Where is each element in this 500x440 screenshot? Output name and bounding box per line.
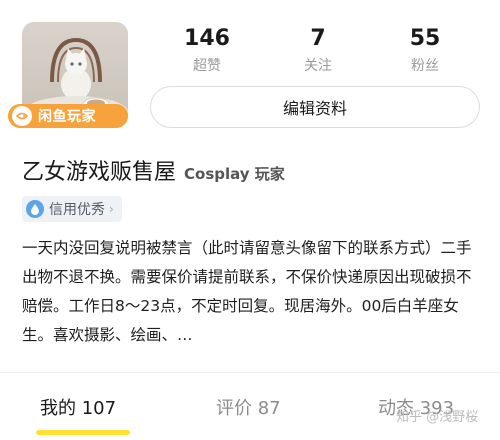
credit-badge[interactable]: 信用优秀 › [22, 196, 122, 222]
profile-bio: 一天内没回复说明被禁言（此时请留意头像留下的联系方式）二手出物不退不换。需要保价… [22, 239, 472, 344]
profile-page: 闲鱼玩家 146 超赞 7 关注 55 粉丝 编辑资料 乙女游戏贩售屋 Cosp… [0, 0, 500, 440]
stat-likes[interactable]: 146 超赞 [162, 26, 252, 75]
stat-following[interactable]: 7 关注 [273, 26, 363, 75]
stat-followers-value: 55 [409, 26, 441, 51]
active-tab-indicator [36, 430, 130, 435]
profile-tag: Cosplay 玩家 [184, 165, 285, 183]
stat-likes-label: 超赞 [193, 58, 221, 74]
profile-name-row: 乙女游戏贩售屋 Cosplay 玩家 [22, 154, 285, 186]
xianyu-player-badge: 闲鱼玩家 [8, 104, 128, 128]
credit-drop-icon [26, 200, 44, 218]
chevron-right-icon: › [109, 202, 114, 216]
stat-following-label: 关注 [304, 58, 332, 74]
fish-icon [12, 106, 32, 126]
stat-followers-label: 粉丝 [411, 58, 439, 74]
stat-followers[interactable]: 55 粉丝 [380, 26, 470, 75]
tab-mine[interactable]: 我的 107 [40, 394, 116, 420]
stat-following-value: 7 [310, 26, 326, 51]
profile-name: 乙女游戏贩售屋 [22, 160, 177, 185]
badge-label: 闲鱼玩家 [38, 109, 96, 125]
credit-label: 信用优秀 [49, 202, 105, 218]
tab-reviews[interactable]: 评价 87 [216, 394, 281, 420]
stat-likes-value: 146 [184, 26, 230, 51]
divider [0, 372, 500, 373]
watermark: 知乎 @浅野桜 [396, 410, 479, 425]
edit-profile-button[interactable]: 编辑资料 [150, 86, 480, 128]
